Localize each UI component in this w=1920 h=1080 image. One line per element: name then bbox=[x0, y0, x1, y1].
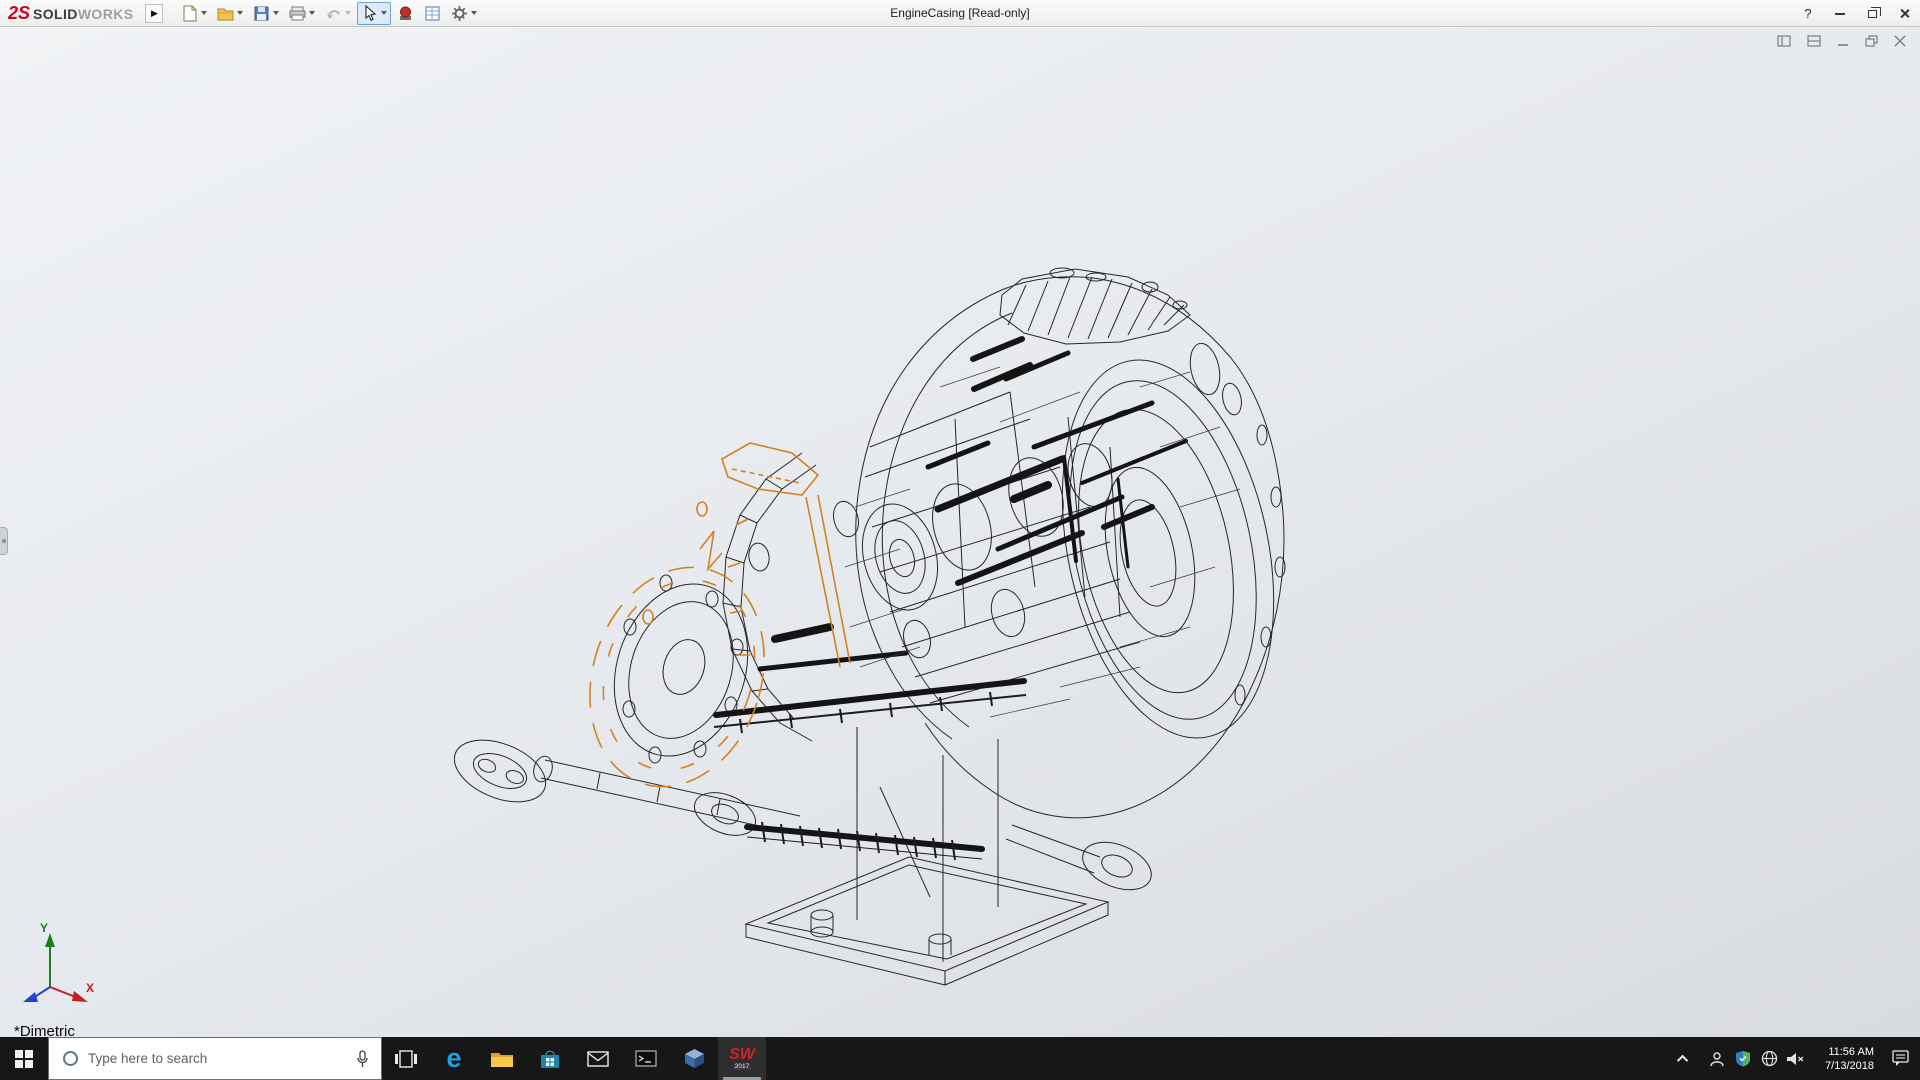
properties-icon bbox=[424, 5, 441, 22]
solidworks-logo: 2S SOLID WORKS bbox=[8, 3, 133, 24]
solidworks-year-text: 2017 bbox=[733, 1064, 751, 1071]
record-macro-button[interactable] bbox=[393, 2, 418, 25]
search-input[interactable] bbox=[88, 1051, 356, 1066]
edge-button[interactable]: e bbox=[430, 1037, 478, 1080]
engine-casing-wireframe[interactable] bbox=[0, 27, 1920, 1037]
solidworks-icon: SW 2017 bbox=[729, 1047, 755, 1071]
file-properties-button[interactable] bbox=[420, 2, 445, 25]
pane-right-icon[interactable] bbox=[1807, 35, 1821, 47]
save-icon bbox=[253, 5, 270, 22]
undo-icon bbox=[325, 5, 342, 22]
edge-icon: e bbox=[446, 1045, 461, 1072]
save-button[interactable] bbox=[249, 2, 283, 25]
open-button[interactable] bbox=[213, 2, 247, 25]
clock-time: 11:56 AM bbox=[1828, 1045, 1874, 1059]
quick-access-toolbar bbox=[177, 2, 481, 25]
restore-icon bbox=[1868, 10, 1877, 18]
cortana-icon bbox=[63, 1051, 78, 1066]
pane-left-icon[interactable] bbox=[1777, 35, 1791, 47]
people-button[interactable] bbox=[1704, 1037, 1730, 1080]
windows-taskbar: e SW 2017 11:56 AM bbox=[0, 1037, 1920, 1080]
record-icon bbox=[397, 5, 414, 22]
help-glyph: ? bbox=[1804, 6, 1811, 21]
security-shield-icon bbox=[1735, 1050, 1751, 1067]
dropdown-caret[interactable] bbox=[273, 11, 279, 15]
triad-y-label: Y bbox=[40, 921, 48, 935]
start-icon bbox=[15, 1050, 33, 1068]
volume-icon bbox=[1786, 1052, 1805, 1066]
mail-button[interactable] bbox=[574, 1037, 622, 1080]
mic-icon[interactable] bbox=[356, 1050, 369, 1068]
action-center-icon bbox=[1892, 1050, 1909, 1067]
file-explorer-icon bbox=[490, 1050, 514, 1068]
select-tool-button[interactable] bbox=[357, 2, 391, 25]
titlebar: 2S SOLID WORKS ▶ bbox=[0, 0, 1920, 27]
dropdown-caret[interactable] bbox=[345, 11, 351, 15]
file-explorer-button[interactable] bbox=[478, 1037, 526, 1080]
network-button[interactable] bbox=[1756, 1037, 1782, 1080]
orientation-triad: Y X bbox=[16, 925, 102, 1009]
network-icon bbox=[1761, 1050, 1778, 1067]
menu-flyout-button[interactable]: ▶ bbox=[145, 4, 163, 23]
solidworks-taskbar-button[interactable]: SW 2017 bbox=[718, 1037, 766, 1080]
cad-viewer-button[interactable] bbox=[670, 1037, 718, 1080]
open-icon bbox=[217, 5, 234, 22]
taskbar-search[interactable] bbox=[48, 1037, 382, 1080]
cad-viewer-icon bbox=[684, 1048, 705, 1069]
volume-button[interactable] bbox=[1782, 1037, 1808, 1080]
store-icon bbox=[540, 1049, 560, 1069]
new-document-icon bbox=[181, 5, 198, 22]
doc-restore-icon[interactable] bbox=[1865, 35, 1878, 47]
dropdown-caret[interactable] bbox=[381, 11, 387, 15]
task-view-icon bbox=[395, 1050, 417, 1068]
close-button[interactable] bbox=[1888, 0, 1920, 27]
dropdown-caret[interactable] bbox=[309, 11, 315, 15]
new-document-button[interactable] bbox=[177, 2, 211, 25]
panel-collapse-tab[interactable] bbox=[0, 527, 8, 555]
select-cursor-icon bbox=[361, 5, 378, 22]
highlighted-edges[interactable] bbox=[563, 443, 850, 809]
action-center-button[interactable] bbox=[1880, 1037, 1920, 1080]
hidden-icons-button[interactable] bbox=[1664, 1037, 1704, 1080]
dassault-logo-icon: 2S bbox=[8, 3, 30, 24]
print-button[interactable] bbox=[285, 2, 319, 25]
options-gear-icon bbox=[451, 5, 468, 22]
brand-text-bold: SOLID bbox=[33, 6, 78, 22]
doc-minimize-icon[interactable] bbox=[1837, 35, 1849, 47]
minimize-button[interactable] bbox=[1824, 0, 1856, 27]
dropdown-caret[interactable] bbox=[471, 11, 477, 15]
view-orientation-label: *Dimetric bbox=[14, 1023, 75, 1037]
mail-icon bbox=[587, 1051, 609, 1067]
console-icon bbox=[635, 1050, 657, 1067]
doc-close-icon[interactable] bbox=[1894, 35, 1906, 47]
task-view-button[interactable] bbox=[382, 1037, 430, 1080]
dropdown-caret[interactable] bbox=[237, 11, 243, 15]
flyout-arrow-icon: ▶ bbox=[151, 8, 158, 19]
minimize-icon bbox=[1835, 13, 1845, 15]
brand-text-light: WORKS bbox=[78, 6, 134, 22]
document-window-controls bbox=[1777, 35, 1906, 47]
start-button[interactable] bbox=[0, 1037, 48, 1080]
graphics-viewport[interactable]: Y X *Dimetric bbox=[0, 27, 1920, 1037]
restore-button[interactable] bbox=[1856, 0, 1888, 27]
undo-button[interactable] bbox=[321, 2, 355, 25]
system-tray: 11:56 AM 7/13/2018 bbox=[1664, 1037, 1920, 1080]
store-button[interactable] bbox=[526, 1037, 574, 1080]
dropdown-caret[interactable] bbox=[201, 11, 207, 15]
people-icon bbox=[1709, 1051, 1725, 1067]
print-icon bbox=[289, 5, 306, 22]
taskbar-clock[interactable]: 11:56 AM 7/13/2018 bbox=[1808, 1037, 1880, 1080]
console-button[interactable] bbox=[622, 1037, 670, 1080]
help-button[interactable]: ? bbox=[1792, 0, 1824, 27]
security-button[interactable] bbox=[1730, 1037, 1756, 1080]
clock-date: 7/13/2018 bbox=[1825, 1059, 1874, 1073]
app-window-controls: ? bbox=[1792, 0, 1920, 27]
document-title: EngineCasing [Read-only] bbox=[890, 6, 1029, 20]
triad-x-label: X bbox=[86, 981, 94, 995]
close-icon bbox=[1899, 8, 1910, 19]
solidworks-sw-text: SW bbox=[729, 1047, 755, 1063]
hidden-icons-chevron bbox=[1677, 1054, 1688, 1065]
options-button[interactable] bbox=[447, 2, 481, 25]
